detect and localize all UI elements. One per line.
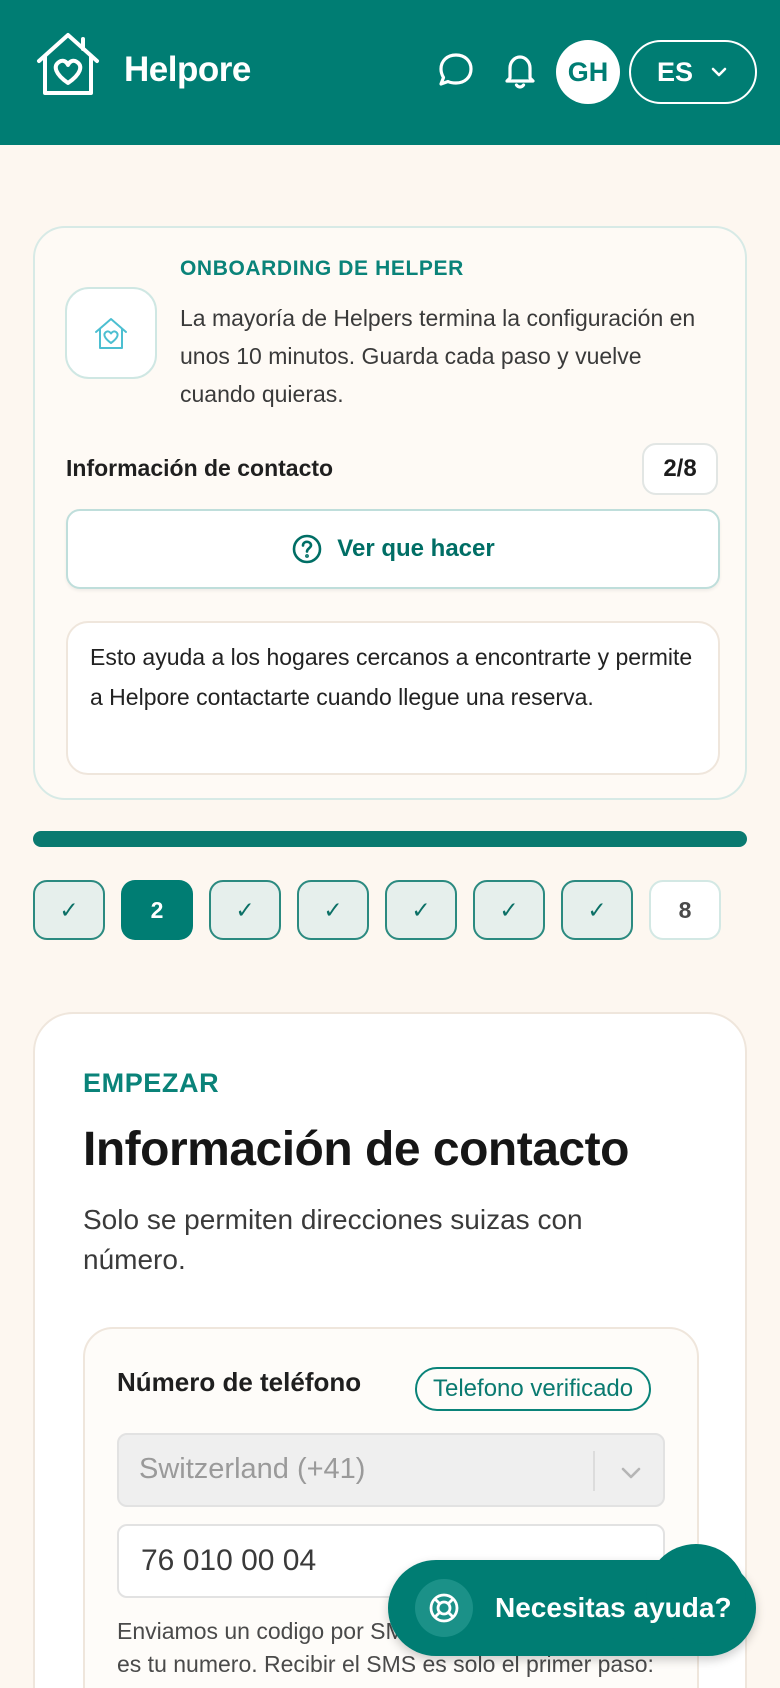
- step-6[interactable]: ✓: [473, 880, 545, 940]
- step-2[interactable]: 2: [121, 880, 193, 940]
- step-5[interactable]: ✓: [385, 880, 457, 940]
- onboarding-kicker: ONBOARDING DE HELPER: [180, 257, 464, 280]
- select-divider: [593, 1451, 595, 1491]
- avatar[interactable]: GH: [556, 40, 620, 104]
- brand-name[interactable]: Helpore: [124, 50, 251, 90]
- house-heart-icon[interactable]: [33, 29, 103, 99]
- step-counter: 2/8: [642, 443, 718, 495]
- language-selector[interactable]: ES: [629, 40, 757, 104]
- step-indicator: ✓ 2 ✓ ✓ ✓ ✓ ✓ 8: [0, 880, 780, 940]
- page-title: Información de contacto: [83, 1123, 629, 1176]
- form-subtitle: Solo se permiten direcciones suizas con …: [83, 1204, 583, 1275]
- step-3[interactable]: ✓: [209, 880, 281, 940]
- chevron-down-icon: [711, 67, 727, 77]
- house-heart-icon: [95, 318, 127, 349]
- bell-icon[interactable]: [500, 50, 540, 90]
- top-bar: Helpore GH ES: [0, 0, 780, 145]
- help-button[interactable]: Necesitas ayuda?: [388, 1544, 756, 1656]
- question-circle-icon: [292, 534, 322, 564]
- house-tile: [65, 287, 157, 379]
- see-what-to-do-label: Ver que hacer: [337, 535, 495, 562]
- chevron-down-icon: [621, 1467, 641, 1479]
- phone-label: Número de teléfono: [117, 1367, 362, 1397]
- language-label: ES: [656, 56, 694, 87]
- section-label: Información de contacto: [66, 455, 334, 481]
- country-value: Switzerland (+41): [139, 1453, 366, 1485]
- step-7[interactable]: ✓: [561, 880, 633, 940]
- info-box: Esto ayuda a los hogares cercanos a enco…: [66, 621, 720, 775]
- onboarding-card: ONBOARDING DE HELPER La mayoría de Helpe…: [33, 226, 747, 800]
- verified-badge: Telefono verificado: [415, 1367, 652, 1411]
- country-select[interactable]: Switzerland (+41): [117, 1433, 665, 1507]
- progress-bar: [33, 831, 747, 847]
- form-kicker: EMPEZAR: [83, 1068, 220, 1098]
- see-what-to-do-button[interactable]: Ver que hacer: [66, 509, 720, 589]
- step-1[interactable]: ✓: [33, 880, 105, 940]
- step-8[interactable]: 8: [649, 880, 721, 940]
- chat-bubble-icon[interactable]: [436, 50, 476, 90]
- help-button-label: Necesitas ayuda?: [495, 1592, 732, 1623]
- lifebuoy-icon: [415, 1579, 473, 1637]
- step-4[interactable]: ✓: [297, 880, 369, 940]
- onboarding-description: La mayoría de Helpers termina la configu…: [180, 305, 696, 407]
